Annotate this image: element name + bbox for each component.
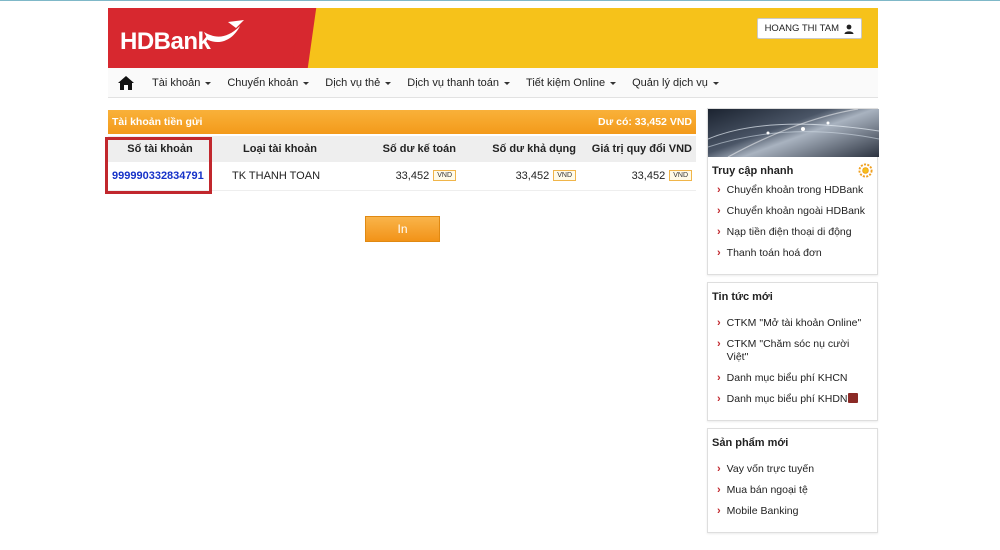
col-header-converted: Giá trị quy đổi VND bbox=[580, 136, 696, 162]
link-label: Mobile Banking bbox=[726, 505, 799, 517]
product-link-mobile-banking[interactable]: › Mobile Banking bbox=[717, 505, 873, 518]
link-label: CTKM "Chăm sóc nụ cười Việt" bbox=[726, 338, 850, 363]
chevron-right-icon: › bbox=[717, 463, 721, 475]
user-icon bbox=[844, 24, 854, 34]
nav-label: Chuyển khoản bbox=[227, 76, 299, 89]
chevron-right-icon: › bbox=[717, 338, 721, 350]
chevron-right-icon: › bbox=[717, 247, 721, 259]
col-header-account-no: Số tài khoản bbox=[108, 136, 212, 162]
nav-quan-ly-dich-vu[interactable]: Quản lý dịch vụ bbox=[624, 77, 727, 89]
nav-label: Quản lý dịch vụ bbox=[632, 76, 708, 89]
main-nav: Tài khoản Chuyển khoản Dịch vụ thẻ Dịch … bbox=[108, 68, 878, 98]
col-header-account-type: Loại tài khoản bbox=[212, 136, 348, 162]
chevron-right-icon: › bbox=[717, 484, 721, 496]
chevron-down-icon bbox=[504, 81, 511, 85]
banner-image bbox=[708, 109, 879, 157]
link-label: Danh mục biểu phí KHCN bbox=[726, 372, 848, 384]
quick-access-title-row: Truy cập nhanh bbox=[708, 157, 877, 184]
nav-tai-khoan[interactable]: Tài khoản bbox=[144, 77, 219, 89]
converted-value-cell: 33,452 VND bbox=[580, 162, 696, 191]
nav-dich-vu-the[interactable]: Dịch vụ thẻ bbox=[317, 77, 399, 89]
news-title: Tin tức mới bbox=[712, 291, 773, 303]
products-title-row: Sản phẩm mới bbox=[708, 429, 877, 463]
news-panel: Tin tức mới › CTKM "Mở tài khoản Online" … bbox=[707, 282, 878, 421]
currency-badge: VND bbox=[669, 170, 692, 182]
chevron-down-icon bbox=[712, 81, 719, 85]
settings-gear-icon[interactable] bbox=[858, 163, 873, 178]
quick-access-panel: Truy cập nhanh › Chuyển khoản trong HDBan… bbox=[707, 108, 879, 275]
currency-badge: VND bbox=[433, 170, 456, 182]
gift-icon bbox=[848, 393, 859, 403]
nav-label: Tài khoản bbox=[152, 76, 201, 89]
logo-bird-icon bbox=[204, 20, 244, 43]
quick-link-internal-transfer[interactable]: › Chuyển khoản trong HDBank bbox=[717, 184, 873, 197]
chevron-right-icon: › bbox=[717, 184, 721, 196]
quick-access-title: Truy cập nhanh bbox=[712, 164, 794, 177]
user-menu-button[interactable]: HOANG THI TAM bbox=[756, 18, 862, 39]
news-link-3[interactable]: › Danh mục biểu phí KHCN bbox=[717, 372, 873, 385]
quick-link-external-transfer[interactable]: › Chuyển khoản ngoài HDBank bbox=[717, 205, 873, 218]
link-label: CTKM "Mở tài khoản Online" bbox=[726, 317, 862, 329]
available-balance: 33,452 bbox=[515, 169, 550, 182]
chevron-right-icon: › bbox=[717, 205, 721, 217]
chevron-down-icon bbox=[205, 81, 212, 85]
chevron-right-icon: › bbox=[717, 372, 721, 384]
link-label: Danh mục biểu phí KHDN bbox=[726, 393, 848, 405]
product-link-foreign-exchange[interactable]: › Mua bán ngoại tệ bbox=[717, 484, 873, 497]
balance-summary: Dư có: 33,452 VND bbox=[598, 116, 692, 128]
converted-value: 33,452 bbox=[631, 169, 666, 182]
accounts-title: Tài khoản tiền gửi bbox=[112, 116, 203, 128]
nav-label: Tiết kiệm Online bbox=[526, 76, 606, 89]
globe-network-graphic bbox=[708, 109, 879, 157]
link-label: Nạp tiền điện thoại di động bbox=[726, 226, 852, 238]
news-title-row: Tin tức mới bbox=[708, 283, 877, 317]
link-label: Thanh toán hoá đơn bbox=[726, 247, 822, 259]
accounts-table: Số tài khoản Loại tài khoản Số dư kế toá… bbox=[108, 136, 696, 191]
top-rule bbox=[0, 0, 1000, 4]
header: HDBank HOANG THI TAM bbox=[108, 8, 878, 68]
quick-link-mobile-topup[interactable]: › Nạp tiền điện thoại di động bbox=[717, 226, 873, 239]
chevron-right-icon: › bbox=[717, 226, 721, 238]
nav-chuyen-khoan[interactable]: Chuyển khoản bbox=[219, 77, 317, 89]
news-link-1[interactable]: › CTKM "Mở tài khoản Online" bbox=[717, 317, 873, 330]
sidebar: Truy cập nhanh › Chuyển khoản trong HDBan… bbox=[707, 108, 879, 540]
account-number-link[interactable]: 999990332834791 bbox=[108, 162, 212, 191]
currency-badge: VND bbox=[553, 170, 576, 182]
product-link-online-loan[interactable]: › Vay vốn trực tuyến bbox=[717, 463, 873, 476]
home-icon bbox=[118, 75, 134, 90]
table-row: 999990332834791 TK THANH TOAN 33,452 VND … bbox=[108, 162, 696, 191]
chevron-down-icon bbox=[303, 81, 310, 85]
link-label: Mua bán ngoại tệ bbox=[726, 484, 808, 496]
link-label: Chuyển khoản ngoài HDBank bbox=[726, 205, 866, 217]
logo[interactable]: HDBank bbox=[108, 8, 304, 68]
quick-link-bill-payment[interactable]: › Thanh toán hoá đơn bbox=[717, 247, 873, 260]
chevron-right-icon: › bbox=[717, 317, 721, 329]
ledger-balance: 33,452 bbox=[395, 169, 430, 182]
nav-dich-vu-thanh-toan[interactable]: Dịch vụ thanh toán bbox=[399, 77, 518, 89]
chevron-down-icon bbox=[385, 81, 392, 85]
available-balance-cell: 33,452 VND bbox=[460, 162, 580, 191]
news-link-2[interactable]: › CTKM "Chăm sóc nụ cười Việt" bbox=[717, 338, 873, 364]
nav-tiet-kiem-online[interactable]: Tiết kiệm Online bbox=[518, 77, 624, 89]
nav-label: Dịch vụ thanh toán bbox=[407, 76, 500, 89]
accounts-header-bar: Tài khoản tiền gửi Dư có: 33,452 VND bbox=[108, 110, 696, 134]
chevron-right-icon: › bbox=[717, 505, 721, 517]
logo-text: HDBank bbox=[120, 28, 211, 55]
link-label: Vay vốn trực tuyến bbox=[726, 463, 815, 475]
user-name: HOANG THI TAM bbox=[764, 23, 839, 34]
print-button[interactable]: In bbox=[365, 216, 440, 242]
col-header-available: Số dư khả dụng bbox=[460, 136, 580, 162]
account-type: TK THANH TOAN bbox=[212, 162, 348, 191]
chevron-down-icon bbox=[610, 81, 617, 85]
ledger-balance-cell: 33,452 VND bbox=[348, 162, 460, 191]
products-title: Sản phẩm mới bbox=[712, 437, 789, 449]
nav-label: Dịch vụ thẻ bbox=[325, 76, 381, 89]
table-header-row: Số tài khoản Loại tài khoản Số dư kế toá… bbox=[108, 136, 696, 162]
products-panel: Sản phẩm mới › Vay vốn trực tuyến › Mua bá… bbox=[707, 428, 878, 533]
home-button[interactable] bbox=[108, 68, 144, 98]
news-link-4[interactable]: › Danh mục biểu phí KHDN bbox=[717, 393, 873, 406]
col-header-ledger: Số dư kế toán bbox=[348, 136, 460, 162]
chevron-right-icon: › bbox=[717, 393, 721, 405]
link-label: Chuyển khoản trong HDBank bbox=[726, 184, 864, 196]
